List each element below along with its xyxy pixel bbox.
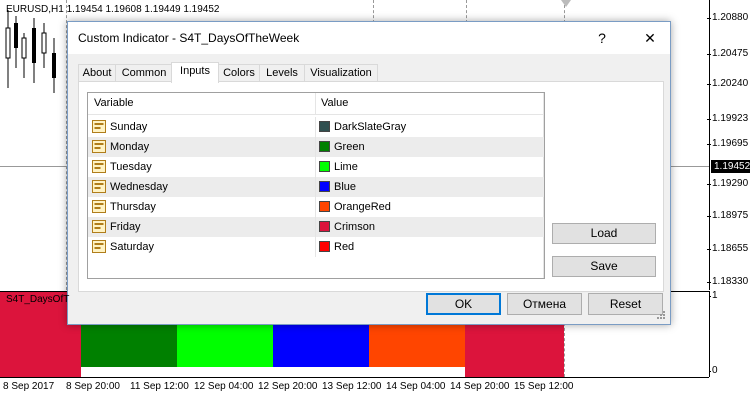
variable-name: Tuesday: [110, 161, 152, 173]
table-row[interactable]: Wednesday Blue: [88, 177, 544, 197]
time-label: 12 Sep 04:00: [194, 381, 254, 392]
tab-common[interactable]: Common: [115, 64, 173, 82]
close-button[interactable]: ✕: [640, 28, 660, 48]
color-value[interactable]: Red: [334, 241, 354, 253]
inputs-table: Variable Value Sunday DarkSlateGray Mond…: [87, 92, 545, 279]
column-divider: [315, 117, 316, 137]
column-divider: [315, 177, 316, 197]
tab-inputs[interactable]: Inputs: [171, 62, 219, 83]
parameter-icon: [92, 160, 106, 173]
price-tick: 1.19923: [706, 113, 749, 124]
price-tick: 1.20475: [706, 48, 749, 59]
resize-grip-icon[interactable]: [656, 310, 666, 320]
table-row[interactable]: Sunday DarkSlateGray: [88, 117, 544, 137]
parameter-icon: [92, 240, 106, 253]
tab-levels[interactable]: Levels: [259, 64, 305, 82]
price-tick: 1.20240: [706, 78, 749, 89]
variable-name: Sunday: [110, 121, 148, 133]
parameter-icon: [92, 200, 106, 213]
color-value[interactable]: Blue: [334, 181, 356, 193]
variable-name: Wednesday: [110, 181, 168, 193]
table-row[interactable]: Tuesday Lime: [88, 157, 544, 177]
column-divider: [315, 217, 316, 237]
time-label: 13 Sep 12:00: [322, 381, 382, 392]
title-bar[interactable]: Custom Indicator - S4T_DaysOfTheWeek ? ✕: [68, 22, 670, 54]
subwindow-label: S4T_DaysOfT: [6, 294, 70, 305]
column-divider[interactable]: [315, 93, 316, 114]
price-tick: 1.19695: [706, 138, 749, 149]
price-tick: 1.18655: [706, 243, 749, 254]
color-value[interactable]: Lime: [334, 161, 358, 173]
table-row[interactable]: Saturday Red: [88, 237, 544, 257]
variable-name: Monday: [110, 141, 150, 153]
reset-button[interactable]: Reset: [588, 293, 663, 315]
color-swatch: [319, 161, 330, 172]
color-value[interactable]: OrangeRed: [334, 201, 391, 213]
price-tick: 1.19290: [706, 178, 749, 189]
subwindow-scale-top: 1: [707, 290, 718, 301]
dialog-title: Custom Indicator - S4T_DaysOfTheWeek: [78, 31, 300, 45]
column-header-variable[interactable]: Variable: [94, 97, 134, 109]
tab-about[interactable]: About: [78, 64, 116, 82]
current-price-label: 1.19452: [711, 160, 750, 173]
column-divider: [315, 197, 316, 217]
color-swatch: [319, 201, 330, 212]
tab-colors[interactable]: Colors: [218, 64, 260, 82]
column-header-value[interactable]: Value: [321, 97, 348, 109]
time-label: 14 Sep 20:00: [450, 381, 510, 392]
time-label: 12 Sep 20:00: [258, 381, 318, 392]
time-label: 15 Sep 12:00: [514, 381, 574, 392]
time-axis: 8 Sep 2017 8 Sep 20:00 11 Sep 12:00 12 S…: [0, 377, 709, 395]
table-header: Variable Value: [88, 93, 544, 115]
cancel-button[interactable]: Отмена: [507, 293, 582, 315]
day-band: [177, 322, 273, 367]
color-swatch: [319, 241, 330, 252]
column-divider: [315, 137, 316, 157]
parameter-icon: [92, 180, 106, 193]
day-band: [81, 322, 177, 367]
time-label: 11 Sep 12:00: [130, 381, 189, 392]
candlesticks: [5, 10, 56, 93]
parameter-icon: [92, 140, 106, 153]
color-swatch: [319, 141, 330, 152]
ok-button[interactable]: OK: [426, 293, 501, 315]
save-button[interactable]: Save: [552, 256, 656, 277]
price-tick: 1.20880: [706, 12, 749, 23]
color-swatch: [319, 121, 330, 132]
table-row[interactable]: Monday Green: [88, 137, 544, 157]
subwindow-scale-bottom: 0: [707, 365, 718, 376]
color-swatch: [319, 221, 330, 232]
tab-visualization[interactable]: Visualization: [304, 64, 378, 82]
parameter-icon: [92, 120, 106, 133]
time-label: 8 Sep 20:00: [66, 381, 120, 392]
variable-name: Saturday: [110, 241, 155, 253]
price-tick: 1.18975: [706, 210, 749, 221]
time-label: 8 Sep 2017: [3, 381, 55, 392]
shift-marker-icon[interactable]: [560, 0, 572, 8]
color-value[interactable]: Crimson: [334, 221, 375, 233]
price-tick: 1.18330: [706, 276, 749, 287]
column-divider: [315, 157, 316, 177]
day-band: [369, 322, 465, 367]
price-axis: 1.20880 1.20475 1.20240 1.19923 1.19695 …: [706, 0, 750, 394]
inputs-panel: Variable Value Sunday DarkSlateGray Mond…: [78, 81, 664, 292]
table-row[interactable]: Thursday OrangeRed: [88, 197, 544, 217]
custom-indicator-dialog: Custom Indicator - S4T_DaysOfTheWeek ? ✕…: [67, 21, 671, 325]
color-swatch: [319, 181, 330, 192]
time-label: 14 Sep 04:00: [386, 381, 446, 392]
help-button[interactable]: ?: [592, 28, 612, 48]
load-button[interactable]: Load: [552, 223, 656, 244]
day-band: [273, 322, 369, 367]
color-value[interactable]: DarkSlateGray: [334, 121, 406, 133]
parameter-icon: [92, 220, 106, 233]
column-divider: [315, 237, 316, 257]
color-value[interactable]: Green: [334, 141, 365, 153]
variable-name: Thursday: [110, 201, 156, 213]
variable-name: Friday: [110, 221, 141, 233]
table-row[interactable]: Friday Crimson: [88, 217, 544, 237]
